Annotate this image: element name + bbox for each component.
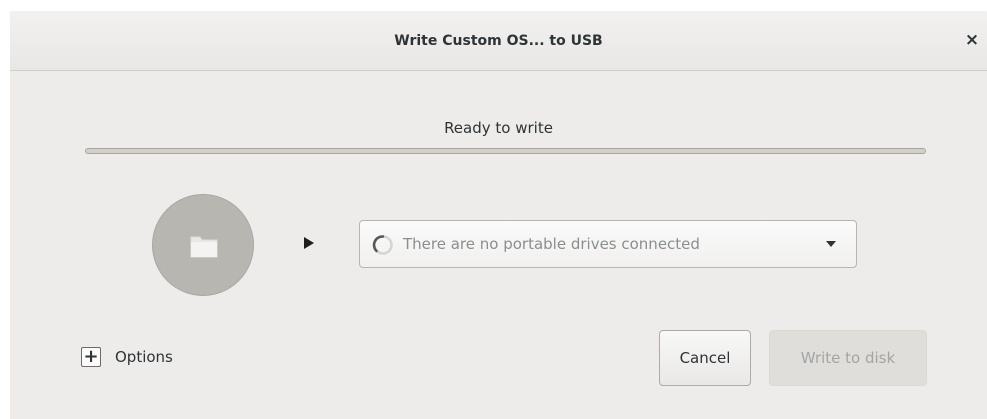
options-label: Options <box>115 348 173 366</box>
options-toggle[interactable]: + Options <box>81 347 173 367</box>
close-icon: × <box>964 30 980 50</box>
close-button[interactable]: × <box>957 25 987 55</box>
write-to-disk-button[interactable]: Write to disk <box>769 330 927 386</box>
title-bar[interactable]: Write Custom OS... to USB × <box>10 11 987 71</box>
drive-select[interactable]: There are no portable drives connected <box>359 220 857 268</box>
window-title: Write Custom OS... to USB <box>394 33 603 49</box>
chevron-down-icon <box>826 241 836 247</box>
progress-bar <box>85 148 926 154</box>
write-usb-dialog: Write Custom OS... to USB × Ready to wri… <box>10 11 987 419</box>
cancel-button[interactable]: Cancel <box>659 330 751 386</box>
drive-select-value: There are no portable drives connected <box>403 235 700 253</box>
status-text: Ready to write <box>444 119 553 137</box>
spinner-icon <box>372 235 393 255</box>
arrow-right-icon <box>304 237 314 249</box>
folder-icon <box>190 236 218 258</box>
plus-icon[interactable]: + <box>81 347 101 367</box>
choose-image-button[interactable] <box>152 194 254 296</box>
